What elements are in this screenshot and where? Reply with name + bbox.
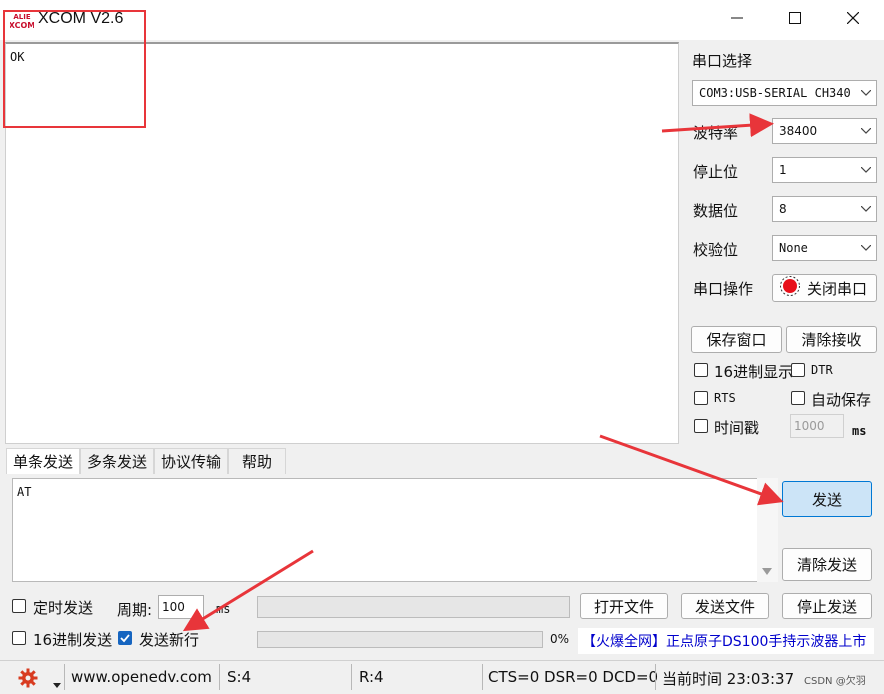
save-window-button[interactable]: 保存窗口 — [691, 326, 782, 353]
close-port-button[interactable]: 关闭串口 — [772, 274, 877, 302]
send-content: AT — [17, 485, 32, 499]
open-file-button[interactable]: 打开文件 — [580, 593, 668, 619]
received-count: R:4 — [359, 668, 384, 686]
timestamp-unit: ms — [852, 424, 867, 438]
tab-protocol[interactable]: 协议传输 — [154, 448, 228, 474]
scroll-down-icon — [762, 564, 772, 580]
gear-icon[interactable] — [18, 668, 38, 692]
period-input[interactable]: 100 — [158, 595, 204, 619]
minimize-icon — [731, 12, 743, 28]
stop-send-button[interactable]: 停止发送 — [782, 593, 872, 619]
hex-send-label: 16进制发送 — [33, 631, 113, 649]
timed-send-checkbox[interactable] — [12, 599, 26, 613]
chevron-down-icon — [856, 128, 876, 134]
chevron-down-icon — [856, 167, 876, 173]
line-status: CTS=0 DSR=0 DCD=0 — [488, 668, 659, 686]
send-newline-checkbox[interactable] — [118, 631, 132, 645]
send-textarea[interactable]: AT — [12, 478, 778, 582]
minimize-button[interactable] — [708, 0, 766, 40]
port-select[interactable]: COM3:USB-SERIAL CH340 — [692, 80, 877, 106]
close-port-label: 关闭串口 — [807, 279, 868, 298]
rts-label: RTS — [714, 391, 736, 405]
dtr-label: DTR — [811, 363, 833, 377]
checkmark-icon — [119, 632, 131, 644]
chevron-down-icon — [856, 90, 876, 96]
current-time: 当前时间 23:03:37 — [662, 670, 795, 688]
close-icon — [846, 11, 860, 28]
hex-send-checkbox[interactable] — [12, 631, 26, 645]
clear-receive-button[interactable]: 清除接收 — [786, 326, 877, 353]
stopbits-select[interactable]: 1 — [772, 157, 877, 183]
tab-multi-send[interactable]: 多条发送 — [80, 448, 154, 474]
timestamp-label: 时间戳 — [714, 419, 760, 437]
website-link[interactable]: www.openedv.com — [71, 668, 212, 686]
port-operation-label: 串口操作 — [693, 280, 754, 298]
status-separator — [219, 664, 220, 690]
clear-send-button[interactable]: 清除发送 — [782, 548, 872, 581]
port-value: COM3:USB-SERIAL CH340 — [699, 86, 851, 100]
timestamp-checkbox[interactable] — [694, 419, 708, 433]
status-separator — [351, 664, 352, 690]
status-separator — [64, 664, 65, 690]
timed-send-label: 定时发送 — [33, 599, 94, 617]
progress-percent: 0% — [550, 632, 570, 646]
databits-value: 8 — [779, 202, 787, 216]
tab-single-send[interactable]: 单条发送 — [6, 448, 80, 474]
period-label: 周期: — [117, 601, 153, 619]
parity-value: None — [779, 241, 808, 255]
baud-select[interactable]: 38400 — [772, 118, 877, 144]
parity-label: 校验位 — [693, 241, 739, 259]
baud-value: 38400 — [779, 124, 818, 138]
send-progress-bar — [257, 631, 543, 648]
port-select-title: 串口选择 — [692, 52, 753, 70]
send-button[interactable]: 发送 — [782, 481, 872, 517]
baud-label: 波特率 — [693, 124, 739, 142]
hex-display-label: 16进制显示 — [714, 363, 794, 381]
port-status-icon — [779, 275, 801, 301]
maximize-button[interactable] — [766, 0, 824, 40]
chevron-down-icon — [856, 206, 876, 212]
stopbits-label: 停止位 — [693, 163, 739, 181]
auto-save-checkbox[interactable] — [791, 391, 805, 405]
dropdown-arrow-icon[interactable] — [53, 676, 61, 692]
file-path-field — [257, 596, 570, 618]
dtr-checkbox[interactable] — [791, 363, 805, 377]
ad-banner-link[interactable]: 【火爆全网】正点原子DS100手持示波器上市 — [578, 628, 874, 654]
close-window-button[interactable] — [824, 0, 882, 40]
status-separator — [655, 664, 656, 690]
maximize-icon — [789, 12, 801, 28]
send-newline-label: 发送新行 — [139, 631, 200, 649]
send-scrollbar[interactable] — [757, 478, 778, 582]
rts-checkbox[interactable] — [694, 391, 708, 405]
chevron-down-icon — [856, 245, 876, 251]
databits-select[interactable]: 8 — [772, 196, 877, 222]
watermark: CSDN @欠羽 — [804, 676, 866, 687]
period-unit: ms — [216, 602, 231, 616]
auto-save-label: 自动保存 — [811, 391, 872, 409]
databits-label: 数据位 — [693, 202, 739, 220]
sent-count: S:4 — [227, 668, 252, 686]
highlight-box — [3, 10, 146, 128]
parity-select[interactable]: None — [772, 235, 877, 261]
send-file-button[interactable]: 发送文件 — [681, 593, 769, 619]
tab-help[interactable]: 帮助 — [228, 448, 286, 474]
hex-display-checkbox[interactable] — [694, 363, 708, 377]
timestamp-interval-input[interactable]: 1000 — [790, 414, 844, 438]
status-separator — [482, 664, 483, 690]
stopbits-value: 1 — [779, 163, 787, 177]
